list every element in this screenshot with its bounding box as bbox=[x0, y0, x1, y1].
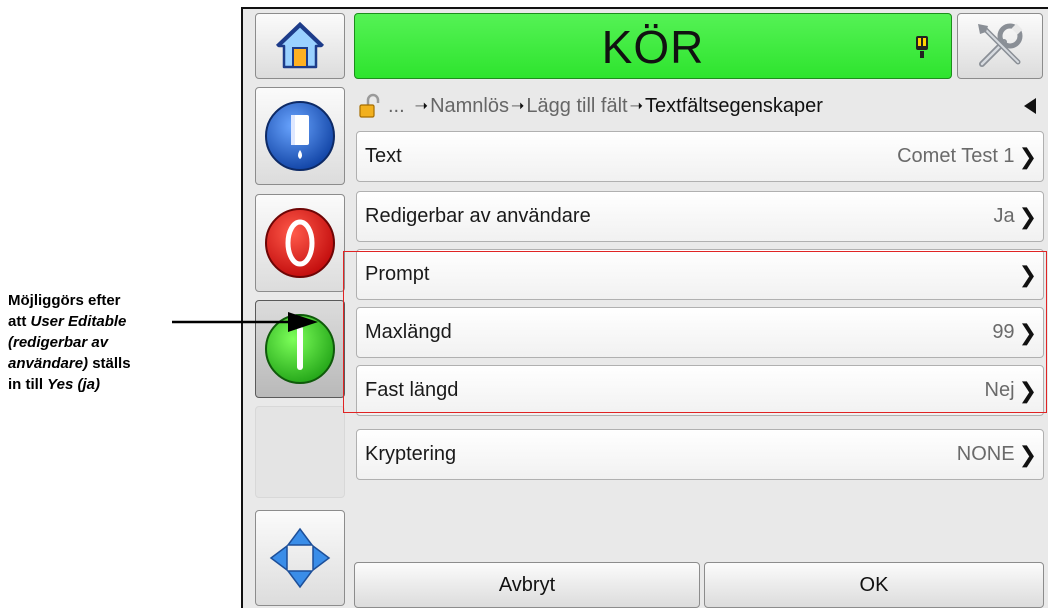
breadcrumb-current: Textfältsegenskaper bbox=[644, 94, 823, 117]
chevron-right-icon: ❯ bbox=[1018, 261, 1037, 287]
breadcrumb-item-lagg-till-falt[interactable]: Lägg till fält bbox=[526, 95, 627, 118]
annotation-line3-italic: (redigerbar av bbox=[8, 334, 109, 351]
property-label: Prompt bbox=[365, 263, 430, 285]
start-icon bbox=[265, 314, 335, 384]
breadcrumb-separator: ➝ bbox=[414, 98, 429, 115]
tools-button[interactable] bbox=[957, 13, 1043, 79]
home-icon bbox=[275, 21, 325, 69]
property-row-encryption[interactable]: Kryptering NONE ❯ bbox=[356, 429, 1044, 480]
breadcrumb: ... ➝ Namnlös ➝ Lägg till fält ➝ Textfäl… bbox=[358, 89, 1048, 123]
annotation-line5-prefix: in till bbox=[8, 376, 48, 393]
property-label: Fast längd bbox=[365, 379, 459, 401]
property-value: Nej bbox=[984, 379, 1015, 401]
status-text: KÖR bbox=[601, 21, 705, 73]
home-button[interactable] bbox=[255, 13, 345, 79]
tools-icon bbox=[978, 23, 1023, 67]
status-bar: KÖR bbox=[354, 13, 952, 79]
breadcrumb-separator: ➝ bbox=[629, 98, 643, 115]
chevron-right-icon: ❯ bbox=[1018, 203, 1037, 229]
annotation-line2-prefix: att bbox=[8, 313, 31, 330]
annotation-line1: Möjliggörs efter bbox=[8, 292, 121, 309]
navigation-arrows-icon bbox=[269, 527, 331, 589]
unlocked-padlock-icon bbox=[359, 93, 380, 118]
property-label: Text bbox=[365, 145, 402, 167]
property-row-user-editable[interactable]: Redigerbar av användare Ja ❯ bbox=[356, 191, 1044, 242]
ink-button[interactable] bbox=[255, 87, 345, 185]
chevron-right-icon: ❯ bbox=[1018, 319, 1037, 345]
property-value: Comet Test 1 bbox=[897, 145, 1015, 167]
alert-icon bbox=[916, 36, 928, 58]
annotation-line4-italic: användare) bbox=[8, 355, 89, 372]
breadcrumb-ellipsis: ... bbox=[388, 94, 405, 117]
ink-bottle-icon bbox=[265, 101, 335, 171]
property-label: Redigerbar av användare bbox=[365, 205, 591, 227]
property-value: Ja bbox=[993, 205, 1015, 227]
property-row-prompt[interactable]: Prompt ❯ bbox=[356, 249, 1044, 300]
navigation-button[interactable] bbox=[255, 510, 345, 606]
printer-screen: KÖR ... ➝ Namnlös ➝ Lägg till fält ➝ Tex… bbox=[241, 7, 1048, 608]
stop-button[interactable] bbox=[255, 194, 345, 292]
sidebar-empty-slot bbox=[255, 406, 345, 498]
ok-button[interactable]: OK bbox=[704, 562, 1044, 608]
start-button[interactable] bbox=[255, 300, 345, 398]
annotation-line4-suffix: ställs bbox=[88, 355, 131, 372]
chevron-right-icon: ❯ bbox=[1018, 377, 1037, 403]
back-arrow-icon[interactable] bbox=[1022, 97, 1038, 115]
stop-icon bbox=[265, 208, 335, 278]
annotation-line5-italic: Yes (ja) bbox=[47, 376, 100, 393]
property-label: Kryptering bbox=[365, 443, 457, 465]
property-row-text[interactable]: Text Comet Test 1 ❯ bbox=[356, 131, 1044, 182]
chevron-right-icon: ❯ bbox=[1018, 143, 1037, 169]
breadcrumb-item-namnlos[interactable]: Namnlös bbox=[430, 95, 509, 118]
property-row-max-length[interactable]: Maxlängd 99 ❯ bbox=[356, 307, 1044, 358]
property-row-fixed-length[interactable]: Fast längd Nej ❯ bbox=[356, 365, 1044, 416]
chevron-right-icon: ❯ bbox=[1018, 441, 1037, 467]
property-value: 99 bbox=[992, 321, 1015, 343]
property-label: Maxlängd bbox=[365, 321, 452, 343]
breadcrumb-separator: ➝ bbox=[511, 98, 525, 115]
cancel-button[interactable]: Avbryt bbox=[354, 562, 700, 608]
annotation-text: Möjliggörs efter att User Editable (redi… bbox=[8, 290, 208, 395]
property-value: NONE bbox=[956, 443, 1015, 465]
annotation-line2-italic: User Editable bbox=[30, 313, 127, 330]
